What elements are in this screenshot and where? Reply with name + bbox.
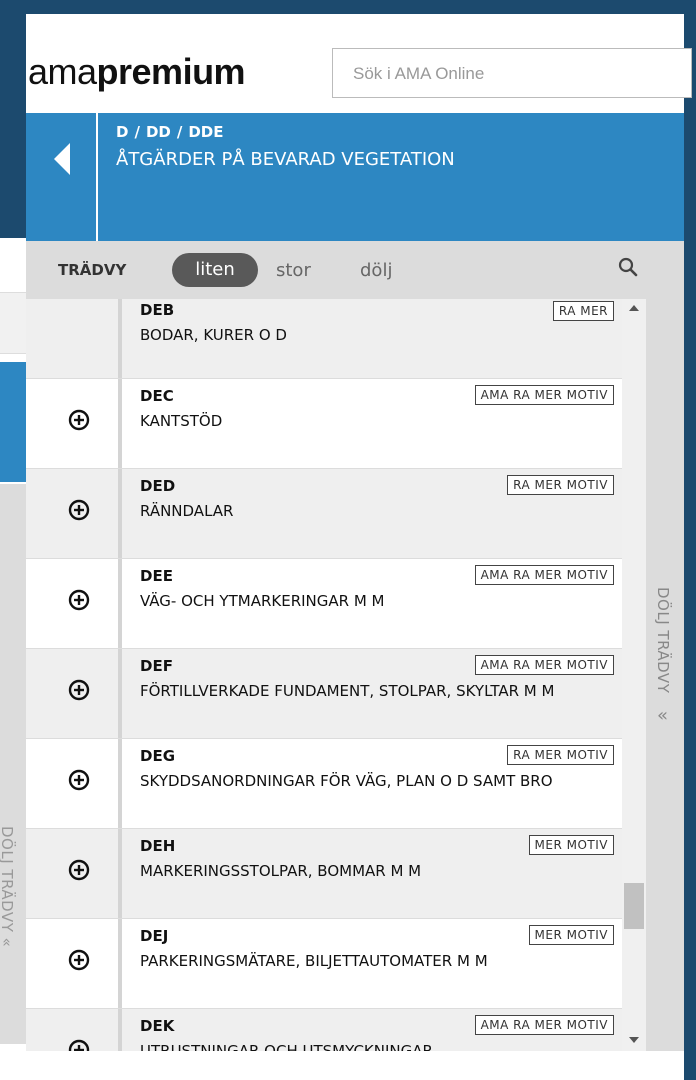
list-item[interactable]: DEC KANTSTÖD AMA RA MER MOTIV bbox=[26, 379, 622, 469]
chevron-left-icon bbox=[54, 143, 70, 175]
row-code: DEF bbox=[140, 657, 173, 675]
row-tags[interactable]: MER MOTIV bbox=[528, 835, 614, 855]
double-chevron-left-icon: « bbox=[657, 705, 669, 726]
row-description: RÄNNDALAR bbox=[140, 502, 234, 520]
expand-icon[interactable] bbox=[68, 589, 90, 611]
list-item[interactable]: DEG SKYDDSANORDNINGAR FÖR VÄG, PLAN O D … bbox=[26, 739, 622, 829]
tree-panel: amapremium Sök i AMA Online D / DD / DDE ÅTG… bbox=[26, 14, 692, 1080]
row-description: UTRUSTNINGAR OCH UTSMYCKNINGAR bbox=[140, 1042, 433, 1051]
row-tags[interactable]: RA MER bbox=[552, 301, 614, 321]
breadcrumb-separator: / bbox=[134, 123, 140, 141]
list-item[interactable]: DEH MARKERINGSSTOLPAR, BOMMAR M M MER MO… bbox=[26, 829, 622, 919]
header: amapremium Sök i AMA Online bbox=[26, 14, 692, 113]
logo-bold: premium bbox=[96, 51, 246, 92]
row-description: MARKERINGSSTOLPAR, BOMMAR M M bbox=[140, 862, 422, 880]
back-button[interactable] bbox=[26, 113, 98, 241]
expander-column bbox=[26, 1009, 122, 1051]
row-code: DEC bbox=[140, 387, 174, 405]
row-description: KANTSTÖD bbox=[140, 412, 223, 430]
row-tags[interactable]: AMA RA MER MOTIV bbox=[474, 385, 614, 405]
row-code: DEB bbox=[140, 301, 175, 319]
expander-column bbox=[26, 559, 122, 648]
expand-icon[interactable] bbox=[68, 949, 90, 971]
row-code: DEK bbox=[140, 1017, 175, 1035]
expand-icon[interactable] bbox=[68, 1039, 90, 1051]
scroll-thumb[interactable] bbox=[624, 883, 644, 929]
list-item[interactable]: DED RÄNNDALAR RA MER MOTIV bbox=[26, 469, 622, 559]
background-search-strip bbox=[0, 292, 26, 354]
row-code: DEG bbox=[140, 747, 176, 765]
row-code: DEE bbox=[140, 567, 173, 585]
breadcrumb-separator: / bbox=[176, 123, 183, 141]
hide-tree-sidebar[interactable]: DÖLJ TRÄDVY « bbox=[646, 241, 684, 1051]
background-breadcrumb-strip bbox=[0, 362, 26, 482]
expand-icon[interactable] bbox=[68, 769, 90, 791]
row-tags[interactable]: MER MOTIV bbox=[528, 925, 614, 945]
logo-light: ama bbox=[28, 51, 97, 92]
search-input[interactable]: Sök i AMA Online bbox=[332, 48, 692, 98]
expander-column bbox=[26, 379, 122, 468]
background-sidebar bbox=[0, 484, 26, 1044]
expander-column bbox=[26, 649, 122, 738]
breadcrumb-item-d[interactable]: D bbox=[116, 123, 128, 141]
list-item[interactable]: DEB BODAR, KURER O D RA MER bbox=[26, 299, 622, 379]
breadcrumb: D / DD / DDE bbox=[116, 123, 223, 141]
row-description: VÄG- OCH YTMARKERINGAR M M bbox=[140, 592, 385, 610]
row-description: SKYDDSANORDNINGAR FÖR VÄG, PLAN O D SAMT… bbox=[140, 772, 553, 790]
expander-column bbox=[26, 919, 122, 1008]
row-description: BODAR, KURER O D bbox=[140, 326, 287, 344]
page-title: ÅTGÄRDER PÅ BEVARAD VEGETATION bbox=[116, 149, 455, 170]
scrollbar[interactable] bbox=[622, 299, 646, 1051]
tree-toolbar: TRÄDVY liten stor dölj bbox=[26, 241, 684, 299]
row-description: FÖRTILLVERKADE FUNDAMENT, STOLPAR, SKYLT… bbox=[140, 682, 555, 700]
row-tags[interactable]: RA MER MOTIV bbox=[507, 475, 614, 495]
tree-size-large[interactable]: stor bbox=[276, 260, 311, 281]
expander-column bbox=[26, 469, 122, 558]
breadcrumb-item-dde[interactable]: DDE bbox=[188, 123, 223, 141]
tree-hide[interactable]: dölj bbox=[360, 260, 392, 281]
breadcrumb-item-dd[interactable]: DD bbox=[146, 123, 171, 141]
list-item[interactable]: DEE VÄG- OCH YTMARKERINGAR M M AMA RA ME… bbox=[26, 559, 622, 649]
search-placeholder: Sök i AMA Online bbox=[353, 64, 485, 83]
expand-icon[interactable] bbox=[68, 409, 90, 431]
tree-size-small[interactable]: liten bbox=[172, 253, 258, 287]
row-tags[interactable]: AMA RA MER MOTIV bbox=[474, 655, 614, 675]
row-code: DED bbox=[140, 477, 176, 495]
hide-tree-label: DÖLJ TRÄDVY bbox=[654, 587, 672, 694]
row-code: DEH bbox=[140, 837, 176, 855]
expand-icon[interactable] bbox=[68, 859, 90, 881]
row-tags[interactable]: AMA RA MER MOTIV bbox=[474, 1015, 614, 1035]
expander-column bbox=[26, 739, 122, 828]
expander-column bbox=[26, 829, 122, 918]
tree-list: DEB BODAR, KURER O D RA MER DEC KANTSTÖD… bbox=[26, 299, 622, 1051]
list-item[interactable]: DEF FÖRTILLVERKADE FUNDAMENT, STOLPAR, S… bbox=[26, 649, 622, 739]
list-item[interactable]: DEK UTRUSTNINGAR OCH UTSMYCKNINGAR AMA R… bbox=[26, 1009, 622, 1051]
row-description: PARKERINGSMÄTARE, BILJETTAUTOMATER M M bbox=[140, 952, 488, 970]
row-tags[interactable]: AMA RA MER MOTIV bbox=[474, 565, 614, 585]
breadcrumb-bar: D / DD / DDE ÅTGÄRDER PÅ BEVARAD VEGETATION bbox=[26, 113, 684, 241]
scroll-up-arrow[interactable] bbox=[629, 305, 639, 311]
logo[interactable]: amapremium bbox=[28, 51, 246, 92]
expand-icon[interactable] bbox=[68, 499, 90, 521]
background-sidebar-label: DÖLJ TRÄDVY « bbox=[0, 826, 16, 948]
search-icon[interactable] bbox=[618, 257, 638, 277]
expand-icon[interactable] bbox=[68, 679, 90, 701]
row-tags[interactable]: RA MER MOTIV bbox=[507, 745, 614, 765]
scroll-down-arrow[interactable] bbox=[629, 1037, 639, 1043]
list-item[interactable]: DEJ PARKERINGSMÄTARE, BILJETTAUTOMATER M… bbox=[26, 919, 622, 1009]
expander-column bbox=[26, 299, 122, 378]
tree-label: TRÄDVY bbox=[58, 261, 127, 279]
row-code: DEJ bbox=[140, 927, 169, 945]
